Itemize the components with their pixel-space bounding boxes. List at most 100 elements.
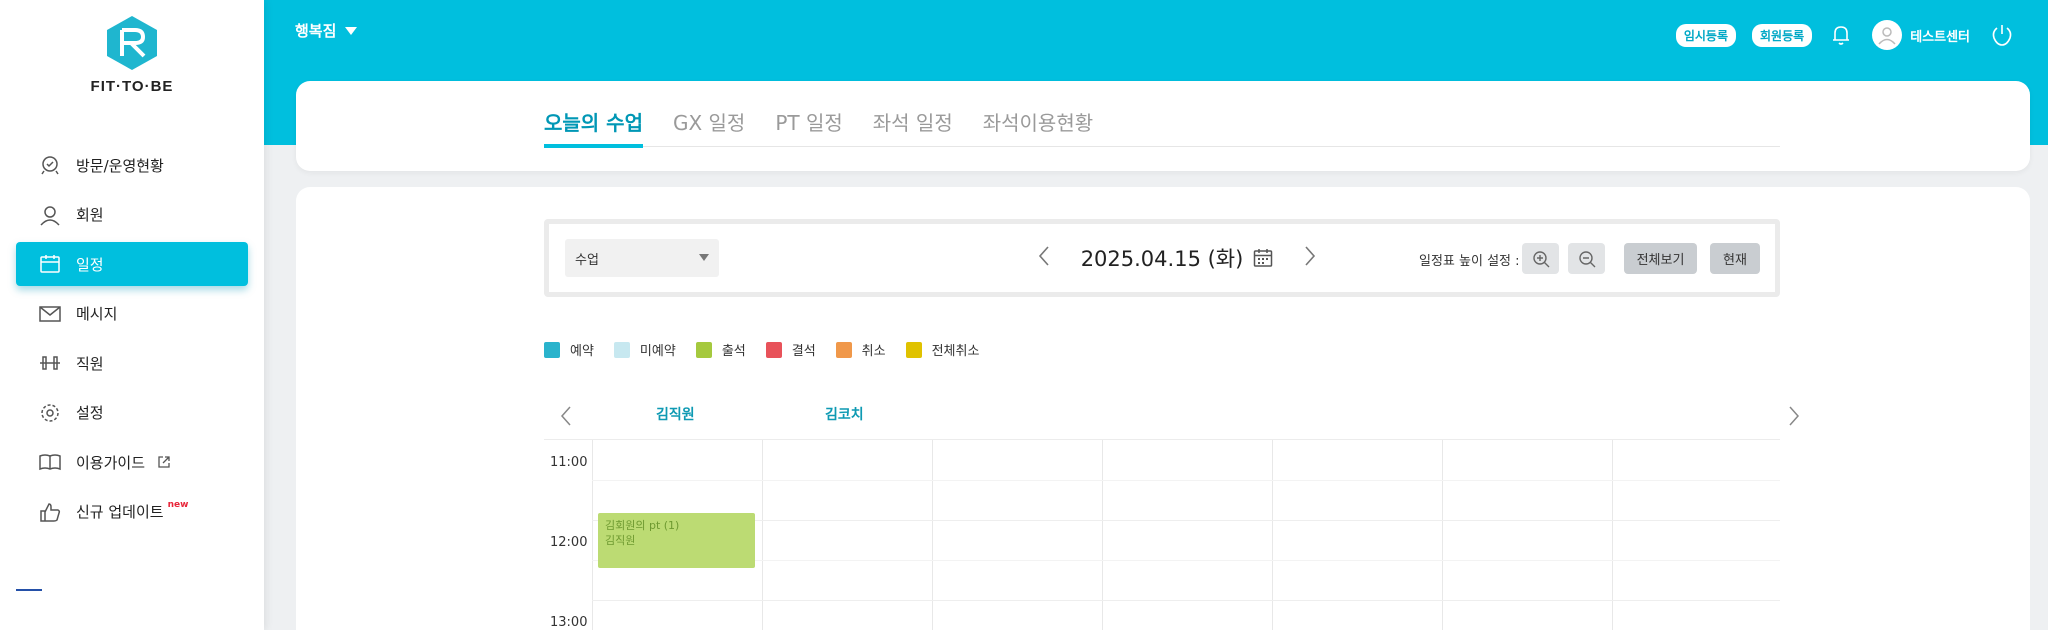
select-value: 수업 — [575, 252, 599, 268]
legend-item: 출석 — [695, 340, 746, 359]
time-label: 13:00 — [550, 615, 588, 630]
new-badge: new — [167, 499, 189, 510]
caret-down-icon — [699, 254, 709, 261]
grid-line — [592, 520, 1780, 521]
grid-line — [932, 440, 933, 630]
event-title: 김회원의 pt (1) — [605, 519, 680, 532]
sidebar-item-visits[interactable]: 방문/운영현황 — [16, 143, 248, 187]
tab-gx-schedule[interactable]: GX 일정 — [673, 107, 745, 147]
zoom-out-icon — [1578, 250, 1595, 267]
next-staff-button[interactable] — [1788, 405, 1800, 431]
legend-label: 전체취소 — [931, 344, 980, 359]
time-label: 11:00 — [550, 455, 588, 470]
member-register-button[interactable]: 회원등록 — [1752, 23, 1813, 47]
sidebar-item-updates[interactable]: 신규 업데이트 new — [16, 490, 248, 534]
header-actions: 임시등록 회원등록 테스트센터 — [1660, 20, 2014, 50]
now-button[interactable]: 현재 — [1710, 243, 1760, 274]
sidebar-item-label: 신규 업데이트 — [76, 503, 164, 521]
zoom-in-icon — [1532, 250, 1549, 267]
sidebar-item-label: 방문/운영현황 — [76, 156, 164, 175]
schedule-grid: 김직원 김코치 11:00 12:00 13:00 김회원의 pt (1) 김직… — [544, 389, 1800, 630]
dumbbell-icon — [38, 351, 62, 375]
sidebar-item-label: 메시지 — [76, 305, 118, 323]
power-icon[interactable] — [1990, 23, 2014, 47]
legend-label: 취소 — [861, 344, 886, 359]
sidebar-item-label: 직원 — [76, 354, 104, 373]
calendar-icon — [38, 252, 62, 276]
current-date: 2025.04.15 (화) — [1080, 247, 1244, 271]
sidebar: FIT·TO·BE 방문/운영현황 회원 일정 메시지 직원 설정 이용가이드 … — [0, 0, 264, 630]
grid-line — [592, 480, 1780, 481]
legend-swatch — [695, 341, 712, 358]
temp-register-button[interactable]: 임시등록 — [1675, 23, 1737, 47]
legend-swatch — [835, 341, 852, 358]
sidebar-divider — [16, 589, 42, 591]
chevron-left-icon — [1038, 246, 1049, 266]
time-label: 12:00 — [550, 535, 588, 550]
date-display: 2025.04.15 (화) — [1081, 243, 1274, 273]
schedule-event[interactable]: 김회원의 pt (1) 김직원 — [598, 513, 755, 568]
tab-today-class[interactable]: 오늘의 수업 — [544, 107, 643, 148]
time-grid: 11:00 12:00 13:00 김회원의 pt (1) 김직원 — [544, 440, 1780, 630]
grid-line — [592, 440, 593, 630]
staff-column-header[interactable]: 김코치 — [825, 404, 864, 424]
user-menu[interactable]: 테스트센터 — [1872, 20, 1970, 50]
calendar-icon[interactable] — [1253, 248, 1273, 268]
chevron-right-icon — [1789, 406, 1800, 426]
sidebar-item-messages[interactable]: 메시지 — [16, 292, 248, 336]
status-legend: 예약 미예약 출석 결석 취소 전체취소 — [544, 340, 999, 359]
book-icon — [38, 450, 62, 474]
sidebar-item-guide[interactable]: 이용가이드 — [16, 440, 248, 484]
legend-item: 결석 — [765, 340, 816, 359]
prev-date-button[interactable] — [1037, 244, 1051, 272]
sidebar-item-label: 이용가이드 — [76, 453, 146, 472]
logo-text: FIT·TO·BE — [90, 78, 174, 95]
gear-icon — [38, 401, 62, 425]
chevron-left-icon — [560, 406, 571, 426]
branch-name: 행복짐 — [295, 22, 337, 40]
height-setting-label: 일정표 높이 설정 : — [1419, 254, 1520, 269]
staff-column-header[interactable]: 김직원 — [656, 404, 695, 424]
grid-line — [1442, 440, 1443, 630]
tab-card: 오늘의 수업 GX 일정 PT 일정 좌석 일정 좌석이용현황 — [296, 81, 2030, 171]
zoom-in-button[interactable] — [1522, 243, 1559, 274]
schedule-card: 수업 2025.04.15 (화) 일정표 높이 설정 : 전체보기 현재 예약… — [296, 187, 2030, 630]
view-all-button[interactable]: 전체보기 — [1624, 243, 1697, 274]
sidebar-item-settings[interactable]: 설정 — [16, 391, 248, 435]
grid-line — [1612, 440, 1613, 630]
legend-swatch — [613, 341, 630, 358]
thumbs-up-icon — [38, 500, 62, 524]
logo[interactable]: FIT·TO·BE — [82, 14, 182, 95]
zoom-out-button[interactable] — [1568, 243, 1605, 274]
branch-selector[interactable]: 행복짐 — [295, 20, 358, 41]
grid-line — [592, 600, 1780, 601]
legend-item: 미예약 — [613, 340, 676, 359]
legend-label: 결석 — [791, 344, 816, 359]
bell-icon[interactable] — [1832, 24, 1850, 46]
prev-staff-button[interactable] — [560, 405, 572, 431]
class-type-select[interactable]: 수업 — [565, 239, 719, 277]
legend-swatch — [765, 341, 782, 358]
legend-item: 취소 — [835, 340, 886, 359]
tab-seat-usage[interactable]: 좌석이용현황 — [983, 107, 1093, 147]
logo-icon — [107, 16, 157, 70]
legend-label: 미예약 — [639, 344, 676, 359]
sidebar-item-members[interactable]: 회원 — [16, 193, 248, 237]
legend-label: 예약 — [570, 344, 594, 359]
legend-item: 예약 — [544, 340, 594, 359]
external-link-icon — [157, 455, 171, 469]
sidebar-item-label: 설정 — [76, 404, 104, 422]
control-bar: 수업 2025.04.15 (화) 일정표 높이 설정 : 전체보기 현재 — [544, 219, 1780, 297]
tab-seat-schedule[interactable]: 좌석 일정 — [873, 107, 953, 147]
schedule-tabs: 오늘의 수업 GX 일정 PT 일정 좌석 일정 좌석이용현황 — [544, 107, 1780, 148]
sidebar-item-label: 일정 — [76, 255, 104, 274]
sidebar-item-staff[interactable]: 직원 — [16, 341, 248, 385]
sidebar-item-schedule[interactable]: 일정 — [16, 242, 248, 286]
sidebar-nav: 방문/운영현황 회원 일정 메시지 직원 설정 이용가이드 신규 업데이트 ne… — [16, 143, 248, 539]
next-date-button[interactable] — [1303, 244, 1317, 272]
sidebar-item-label: 회원 — [76, 206, 104, 224]
caret-down-icon — [345, 26, 358, 35]
legend-label: 출석 — [721, 344, 746, 359]
tab-pt-schedule[interactable]: PT 일정 — [775, 107, 842, 147]
mail-icon — [38, 302, 62, 326]
